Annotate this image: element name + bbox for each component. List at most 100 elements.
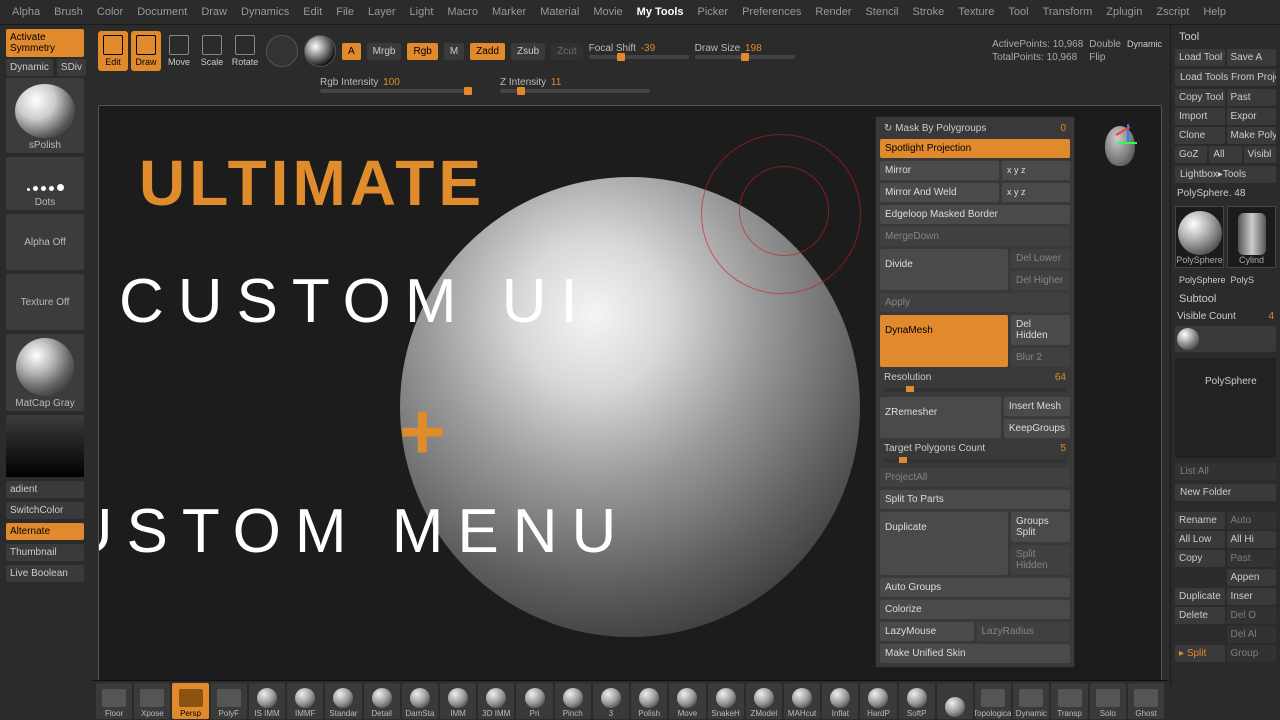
- edgeloop-button[interactable]: Edgeloop Masked Border: [880, 205, 1070, 224]
- list-all-button[interactable]: List All: [1175, 463, 1276, 480]
- activate-symmetry-button[interactable]: Activate Symmetry: [6, 29, 84, 57]
- append-button[interactable]: Appen: [1227, 569, 1277, 586]
- z-intensity-slider[interactable]: Z Intensity 11: [500, 77, 650, 93]
- del-lower-button[interactable]: Del Lower: [1011, 249, 1070, 268]
- shelf-mahcut-button[interactable]: MAHcut: [784, 683, 820, 719]
- copy-tool-button[interactable]: Copy Tool: [1175, 89, 1225, 106]
- divide-button[interactable]: Divide: [880, 249, 1008, 290]
- menu-marker[interactable]: Marker: [490, 4, 528, 20]
- shelf-snakeh-button[interactable]: SnakeH: [708, 683, 744, 719]
- auto-button[interactable]: Auto: [1227, 512, 1277, 529]
- menu-document[interactable]: Document: [135, 4, 189, 20]
- menu-file[interactable]: File: [334, 4, 356, 20]
- import-button[interactable]: Import: [1175, 108, 1225, 125]
- keep-groups-button[interactable]: KeepGroups: [1004, 419, 1070, 438]
- paint-zcut-button[interactable]: Zcut: [551, 43, 582, 60]
- brush-slot[interactable]: sPolish: [6, 78, 84, 153]
- shelf-topological-button[interactable]: Topological: [975, 683, 1011, 719]
- menu-stroke[interactable]: Stroke: [911, 4, 947, 20]
- menu-help[interactable]: Help: [1201, 4, 1228, 20]
- rename-button[interactable]: Rename: [1175, 512, 1225, 529]
- shelf-damsta-button[interactable]: DamSta: [402, 683, 438, 719]
- insert-mesh-button[interactable]: Insert Mesh: [1004, 397, 1070, 416]
- paste-tool-button[interactable]: Past: [1227, 89, 1277, 106]
- shelf-floor-button[interactable]: Floor: [96, 683, 132, 719]
- mode-draw-button[interactable]: Draw: [131, 31, 161, 71]
- paint-m-button[interactable]: M: [444, 43, 464, 60]
- zremesher-button[interactable]: ZRemesher: [880, 397, 1001, 438]
- mirrorweld-axes[interactable]: x y z: [1002, 183, 1070, 202]
- goz-button[interactable]: GoZ: [1175, 146, 1207, 163]
- alternate-button[interactable]: Alternate: [6, 523, 84, 540]
- save-as-button[interactable]: Save A: [1227, 49, 1277, 66]
- menu-texture[interactable]: Texture: [956, 4, 996, 20]
- menu-movie[interactable]: Movie: [591, 4, 624, 20]
- lazyradius-button[interactable]: LazyRadius: [977, 622, 1071, 641]
- menu-render[interactable]: Render: [813, 4, 853, 20]
- shelf-is imm-button[interactable]: IS IMM: [249, 683, 285, 719]
- colorize-button[interactable]: Colorize: [880, 600, 1070, 619]
- lightbox-tools-button[interactable]: Lightbox▸Tools: [1175, 166, 1276, 183]
- shelf-hardp-button[interactable]: HardP: [860, 683, 896, 719]
- menu-brush[interactable]: Brush: [52, 4, 85, 20]
- subtool-list[interactable]: PolySphere: [1175, 358, 1276, 458]
- tool-thumb-polysphere[interactable]: PolySphere: [1175, 206, 1224, 268]
- menu-dynamics[interactable]: Dynamics: [239, 4, 291, 20]
- load-tool-button[interactable]: Load Tool: [1175, 49, 1225, 66]
- switchcolor-button[interactable]: SwitchColor: [6, 502, 84, 519]
- groups-split-button[interactable]: Groups Split: [1011, 512, 1070, 542]
- export-button[interactable]: Expor: [1227, 108, 1277, 125]
- shelf-polish-button[interactable]: Polish: [631, 683, 667, 719]
- shelf-softp-button[interactable]: SoftP: [899, 683, 935, 719]
- mirror-button[interactable]: Mirror: [880, 161, 999, 180]
- mask-polygroups-slider[interactable]: ↻ Mask By Polygroups0: [880, 121, 1070, 136]
- orientation-gizmo[interactable]: [1105, 118, 1147, 168]
- subtool-duplicate-button[interactable]: Duplicate: [1175, 588, 1225, 605]
- gradient-button[interactable]: adient: [6, 481, 84, 498]
- make-unified-skin-button[interactable]: Make Unified Skin: [880, 644, 1070, 663]
- orb-icon-1[interactable]: [266, 35, 298, 67]
- paint-mrgb-button[interactable]: Mrgb: [367, 43, 402, 60]
- clone-button[interactable]: Clone: [1175, 127, 1225, 144]
- make-polymesh-button[interactable]: Make PolyMes: [1227, 127, 1277, 144]
- group-button[interactable]: Group: [1227, 645, 1277, 662]
- subtool-delete-button[interactable]: Delete: [1175, 607, 1225, 624]
- mergedown-button[interactable]: MergeDown: [880, 227, 1070, 246]
- split-parts-button[interactable]: Split To Parts: [880, 490, 1070, 509]
- shelf-detail-button[interactable]: Detail: [364, 683, 400, 719]
- mirror-weld-button[interactable]: Mirror And Weld: [880, 183, 999, 202]
- shelf-solo-button[interactable]: Solo: [1090, 683, 1126, 719]
- subtool-item[interactable]: [1175, 326, 1276, 352]
- menu-transform[interactable]: Transform: [1041, 4, 1095, 20]
- shelf-zmodel-button[interactable]: ZModel: [746, 683, 782, 719]
- menu-macro[interactable]: Macro: [445, 4, 480, 20]
- material-slot[interactable]: MatCap Gray: [6, 334, 84, 411]
- menu-edit[interactable]: Edit: [301, 4, 324, 20]
- shelf-xpose-button[interactable]: Xpose: [134, 683, 170, 719]
- flip-button[interactable]: Flip: [1089, 52, 1121, 63]
- resolution-slider[interactable]: Resolution64: [880, 370, 1070, 385]
- paint-zsub-button[interactable]: Zsub: [511, 43, 545, 60]
- draw-size-slider[interactable]: Draw Size 198: [695, 43, 795, 59]
- goz-all-button[interactable]: All: [1209, 146, 1241, 163]
- thumbnail-button[interactable]: Thumbnail: [6, 544, 84, 561]
- menu-stencil[interactable]: Stencil: [863, 4, 900, 20]
- menu-tool[interactable]: Tool: [1006, 4, 1030, 20]
- mode-edit-button[interactable]: Edit: [98, 31, 128, 71]
- lazymouse-button[interactable]: LazyMouse: [880, 622, 974, 641]
- paint-a-button[interactable]: A: [342, 43, 361, 60]
- color-picker[interactable]: [6, 415, 84, 477]
- shelf-standar-button[interactable]: Standar: [325, 683, 361, 719]
- viewport[interactable]: ULTIMATE CUSTOM UI + CUSTOM MENU ↻ Mask …: [98, 105, 1162, 685]
- tool-thumb-cylinder[interactable]: Cylind: [1227, 206, 1276, 268]
- shelf-immf-button[interactable]: IMMF: [287, 683, 323, 719]
- target-polycount-slider[interactable]: Target Polygons Count5: [880, 441, 1070, 456]
- load-from-project-button[interactable]: Load Tools From Projec: [1175, 69, 1276, 86]
- stroke-slot[interactable]: Dots: [6, 157, 84, 210]
- menu-material[interactable]: Material: [538, 4, 581, 20]
- mirror-axes[interactable]: x y z: [1002, 161, 1070, 180]
- shelf-item22-button[interactable]: [937, 683, 973, 719]
- paint-zadd-button[interactable]: Zadd: [470, 43, 505, 60]
- texture-slot[interactable]: Texture Off: [6, 274, 84, 330]
- shelf-pinch-button[interactable]: Pinch: [555, 683, 591, 719]
